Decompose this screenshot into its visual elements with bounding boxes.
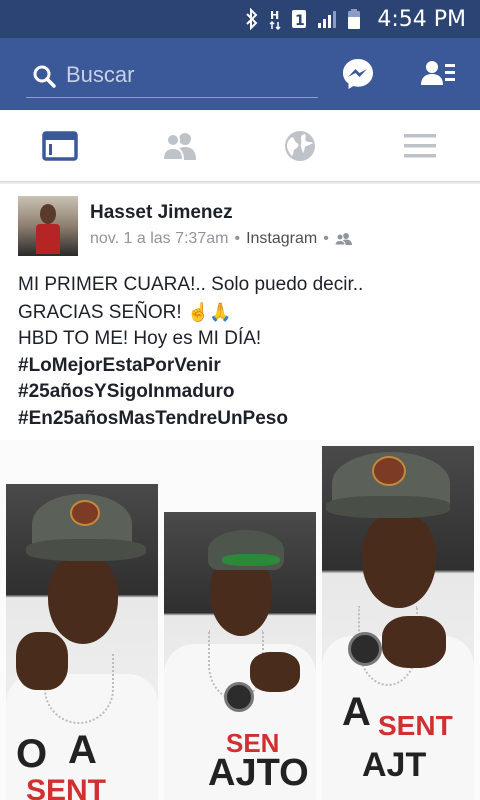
sim-1-icon: 1 (291, 8, 307, 30)
top-bar (0, 38, 480, 110)
post-source[interactable]: Instagram (246, 230, 317, 248)
praying-hands-icon: ☝🙏 (186, 301, 232, 322)
bluetooth-icon (245, 8, 259, 30)
search-field[interactable] (26, 58, 318, 98)
tab-friends[interactable] (150, 124, 210, 168)
search-input[interactable] (66, 60, 306, 90)
hashtag-link[interactable]: #25añosYSigoInmaduro (18, 379, 468, 406)
post-line-3: HBD TO ME! Hoy es MI DÍA! (18, 328, 262, 349)
svg-text:H: H (270, 9, 279, 22)
post-line-1: MI PRIMER CUARA!.. Solo puedo decir.. (18, 274, 364, 295)
battery-icon (347, 8, 361, 30)
meta-separator-2: • (323, 230, 329, 247)
feed-post: Hasset Jimenez nov. 1 a las 7:37am • Ins… (0, 184, 480, 800)
network-h-icon: H (269, 8, 281, 30)
status-bar: H 1 4:54 PM (0, 0, 480, 38)
hashtag-link[interactable]: #En25añosMasTendreUnPeso (18, 406, 468, 433)
hamburger-menu-icon (404, 134, 436, 158)
post-body: MI PRIMER CUARA!.. Solo puedo decir.. GR… (18, 272, 468, 432)
post-date[interactable]: nov. 1 a las 7:37am (90, 230, 228, 248)
friends-icon (161, 133, 196, 161)
meta-separator: • (234, 230, 241, 247)
post-line-2: GRACIAS SEÑOR! ☝🙏 (18, 299, 468, 327)
news-feed-icon (42, 131, 78, 161)
signal-icon (317, 9, 337, 29)
svg-text:1: 1 (295, 13, 305, 29)
tab-menu[interactable] (390, 124, 450, 168)
messenger-icon (343, 59, 373, 89)
friend-requests-button[interactable] (420, 58, 456, 95)
hashtag-link[interactable]: #LoMejorEstaPorVenir (18, 353, 468, 380)
tab-notifications[interactable] (270, 124, 330, 168)
avatar[interactable] (18, 196, 78, 256)
photo-panel-right: SENT A AJT (322, 446, 474, 800)
search-icon (33, 65, 56, 88)
post-line-2-text: GRACIAS SEÑOR! (18, 301, 182, 323)
clock: 4:54 PM (377, 6, 466, 32)
photo-panel-left: O A SENT (6, 484, 158, 800)
post-author[interactable]: Hasset Jimenez (90, 202, 233, 224)
globe-icon (285, 131, 315, 161)
tab-bar (0, 110, 480, 182)
post-photo[interactable]: O A SENT SEN AJTO SENT A AJT (0, 440, 480, 800)
photo-panel-middle: SEN AJTO (164, 512, 316, 800)
messenger-button[interactable] (340, 56, 376, 97)
post-meta: nov. 1 a las 7:37am • Instagram • (90, 230, 353, 248)
friend-requests-icon (421, 61, 455, 85)
tab-news-feed[interactable] (30, 124, 90, 168)
friends-audience-icon (334, 233, 352, 246)
